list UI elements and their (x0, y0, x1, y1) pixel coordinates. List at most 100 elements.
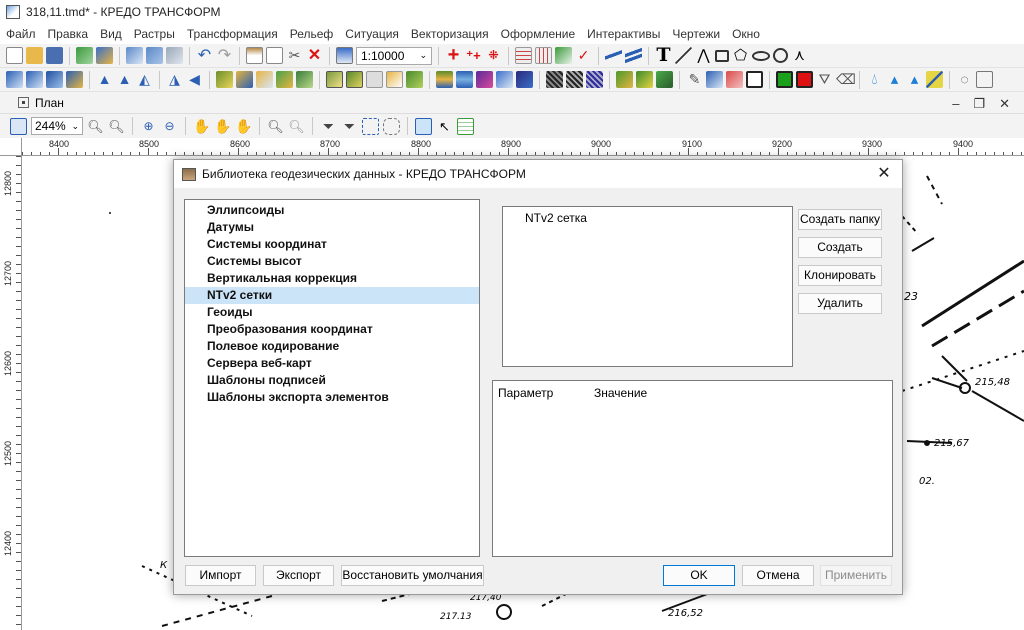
diagonal-icon[interactable] (926, 71, 943, 88)
surface-icon-3[interactable] (366, 71, 383, 88)
surface-icon-4[interactable] (386, 71, 403, 88)
restore-defaults-button[interactable]: Восстановить умолчания (341, 565, 484, 586)
object-icon-2[interactable] (236, 71, 253, 88)
circle-tool-icon[interactable] (773, 48, 788, 63)
menu-design[interactable]: Оформление (495, 27, 581, 41)
add-point-icon[interactable]: + (445, 45, 462, 65)
menu-relief[interactable]: Рельеф (284, 27, 340, 41)
object-icon-3[interactable] (256, 71, 273, 88)
pentagon-tool-icon[interactable]: ⬠ (732, 47, 749, 64)
green-color-icon[interactable] (776, 71, 793, 88)
open-folder-icon[interactable] (26, 47, 43, 64)
raster-icon-11[interactable] (656, 71, 673, 88)
create-folder-button[interactable]: Создать папку (798, 209, 882, 230)
object-icon-1[interactable] (216, 71, 233, 88)
menu-file[interactable]: Файл (6, 27, 42, 41)
category-height-systems[interactable]: Системы высот (185, 253, 479, 270)
category-coordinate-systems[interactable]: Системы координат (185, 236, 479, 253)
raster-icon-4[interactable] (496, 71, 513, 88)
surface-icon-1[interactable] (326, 71, 343, 88)
scale-settings-icon[interactable] (336, 47, 353, 64)
drop-icon-1[interactable]: 💧︎ (866, 71, 883, 88)
menu-view[interactable]: Вид (94, 27, 128, 41)
pin-icon[interactable] (18, 97, 29, 108)
grid-check-icon[interactable] (555, 47, 572, 64)
pan-hand-icon[interactable]: ✋ (193, 118, 210, 135)
raster-icon-1[interactable] (436, 71, 453, 88)
category-export-templates[interactable]: Шаблоны экспорта элементов (185, 389, 479, 406)
delete-button[interactable]: Удалить (798, 293, 882, 314)
surface-icon-2[interactable] (346, 71, 363, 88)
category-datums[interactable]: Датумы (185, 219, 479, 236)
text-tool-icon[interactable]: T (655, 46, 672, 65)
menu-situation[interactable]: Ситуация (339, 27, 405, 41)
minimize-icon[interactable]: – (952, 96, 959, 112)
point-grid-icon[interactable]: ⁜ (485, 47, 502, 64)
grid-icon[interactable] (515, 47, 532, 64)
fragment-icon-2[interactable] (26, 71, 43, 88)
category-coordinate-transforms[interactable]: Преобразования координат (185, 321, 479, 338)
menu-vectorization[interactable]: Векторизация (405, 27, 495, 41)
pan-hand-3-icon[interactable]: ✋ (235, 118, 252, 135)
raster-icon-10[interactable] (636, 71, 653, 88)
copy-icon[interactable] (266, 47, 283, 64)
category-ellipsoids[interactable]: Эллипсоиды (185, 202, 479, 219)
export-button[interactable]: Экспорт (263, 565, 334, 586)
drop-icon-2[interactable]: ▴ (886, 71, 903, 88)
tick-icon[interactable]: ✓ (575, 47, 592, 64)
clone-button[interactable]: Клонировать (798, 265, 882, 286)
zoom-window-icon[interactable]: 🔍︎ (267, 118, 284, 135)
filter-add-icon[interactable]: ⏷ (341, 118, 358, 135)
new-file-icon[interactable] (6, 47, 23, 64)
category-label-templates[interactable]: Шаблоны подписей (185, 372, 479, 389)
triangle-left-icon[interactable]: ◀ (186, 71, 203, 88)
pan-hand-2-icon[interactable]: ✋ (214, 118, 231, 135)
raster-icon-2[interactable] (456, 71, 473, 88)
line-tool-icon[interactable] (675, 47, 692, 64)
grid-red-icon[interactable] (535, 47, 552, 64)
raster-icon-8[interactable] (586, 71, 603, 88)
mountain-icon-2[interactable]: ▲ (116, 71, 133, 88)
raster-icon-3[interactable] (476, 71, 493, 88)
layers-add-icon[interactable] (146, 47, 163, 64)
zoom-in-icon[interactable]: 🔍︎ (87, 118, 104, 135)
category-ntv2-grids[interactable]: NTv2 сетки (185, 287, 479, 304)
zoom-minus-icon[interactable]: ⊖ (161, 118, 178, 135)
parallel-lines-2-icon[interactable] (625, 47, 642, 64)
layers-remove-icon[interactable] (166, 47, 183, 64)
zoom-out-icon[interactable]: 🔍︎ (108, 118, 125, 135)
fit-view-icon[interactable] (10, 117, 27, 135)
zoom-previous-icon[interactable]: 🔍︎ (288, 118, 305, 135)
relief-icon[interactable]: ◭ (136, 71, 153, 88)
close-icon[interactable]: ✕ (874, 164, 894, 184)
category-field-coding[interactable]: Полевое кодирование (185, 338, 479, 355)
fragment-icon-4[interactable] (66, 71, 83, 88)
fill-icon[interactable] (706, 71, 723, 88)
object-icon-4[interactable] (276, 71, 293, 88)
close-icon[interactable]: ✕ (999, 96, 1010, 112)
fill-bucket-icon[interactable]: ⛛ (816, 71, 833, 88)
category-geoids[interactable]: Геоиды (185, 304, 479, 321)
clear-icon[interactable]: ⌫ (836, 71, 856, 88)
red-color-icon[interactable] (796, 71, 813, 88)
angle-tool-icon[interactable]: ⋏ (791, 47, 808, 64)
cancel-button[interactable]: Отмена (742, 565, 814, 586)
menu-window[interactable]: Окно (726, 27, 766, 41)
parallel-lines-icon[interactable] (605, 47, 622, 64)
menu-rasters[interactable]: Растры (128, 27, 181, 41)
raster-icon-6[interactable] (546, 71, 563, 88)
pointer-icon[interactable]: ↖ (436, 118, 453, 135)
add-points-icon[interactable]: ⁺+ (465, 47, 482, 64)
menu-transformation[interactable]: Трансформация (181, 27, 284, 41)
layers-icon[interactable] (126, 47, 143, 64)
scale-select[interactable]: 1:10000 ⌄ (356, 46, 432, 65)
select-lasso-icon[interactable] (383, 117, 400, 135)
triangle-icon[interactable]: ◮ (166, 71, 183, 88)
menu-drawings[interactable]: Чертежи (666, 27, 726, 41)
fragment-icon-3[interactable] (46, 71, 63, 88)
import-icon[interactable] (76, 47, 93, 64)
mountain-icon-1[interactable]: ▲ (96, 71, 113, 88)
menu-edit[interactable]: Правка (42, 27, 95, 41)
category-vertical-correction[interactable]: Вертикальная коррекция (185, 270, 479, 287)
create-button[interactable]: Создать (798, 237, 882, 258)
